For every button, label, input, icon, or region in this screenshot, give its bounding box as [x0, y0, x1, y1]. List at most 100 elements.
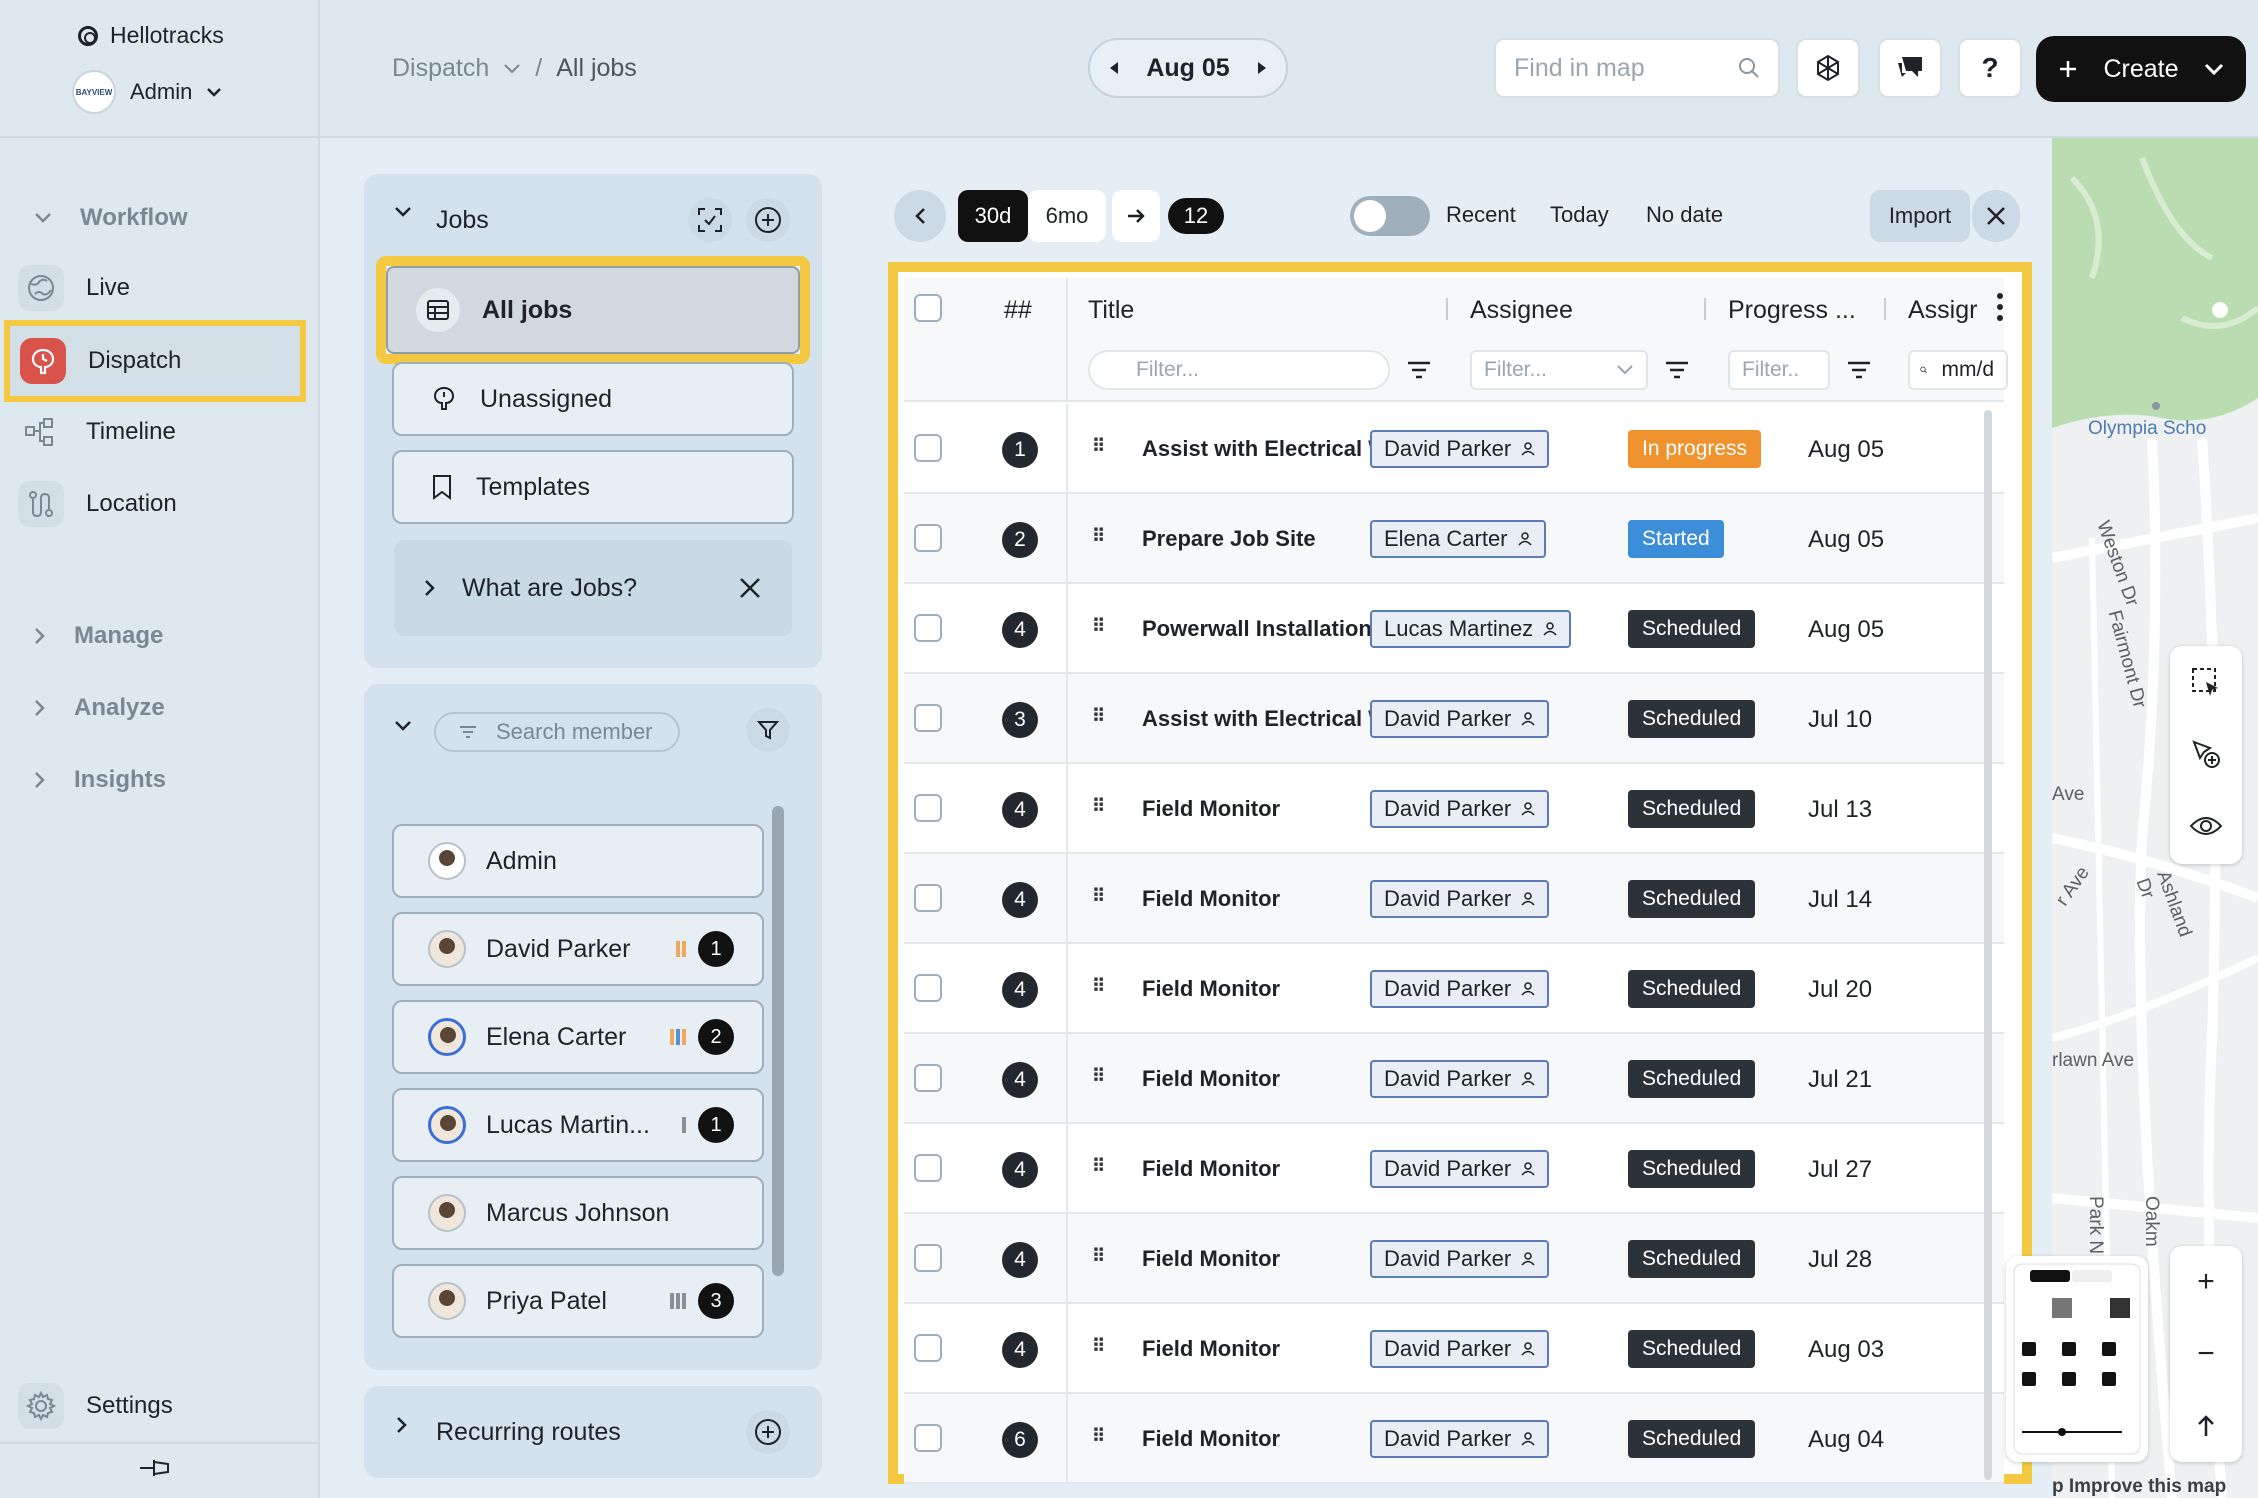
progress-status-badge[interactable]: Scheduled — [1628, 1150, 1756, 1188]
members-scrollbar[interactable] — [772, 806, 784, 1276]
chat-button[interactable] — [1878, 38, 1942, 98]
job-title[interactable]: Field Monitor — [1142, 976, 1280, 1002]
zoom-in-button[interactable]: + — [2170, 1246, 2242, 1318]
select-area-button[interactable] — [2170, 646, 2242, 718]
drag-handle-icon[interactable]: ⠿ — [1092, 796, 1105, 817]
sidebar-item-dispatch[interactable]: Dispatch — [4, 320, 306, 402]
filter-members-button[interactable] — [746, 708, 790, 752]
drag-handle-icon[interactable]: ⠿ — [1092, 886, 1105, 907]
column-header-number[interactable]: ## — [1004, 296, 1032, 325]
job-title[interactable]: Field Monitor — [1142, 886, 1280, 912]
chevron-down-icon[interactable] — [503, 63, 521, 75]
sidebar-section-workflow[interactable]: Workflow — [34, 204, 188, 232]
sidebar-item-timeline[interactable]: Timeline — [18, 400, 294, 464]
drag-handle-icon[interactable]: ⠿ — [1092, 1066, 1105, 1087]
no-date-filter[interactable]: No date — [1646, 202, 1723, 228]
column-header-assign-date[interactable]: Assigr — [1908, 296, 1977, 325]
progress-status-badge[interactable]: Scheduled — [1628, 1420, 1756, 1458]
drag-handle-icon[interactable]: ⠿ — [1092, 1246, 1105, 1267]
recent-toggle[interactable] — [1350, 196, 1430, 236]
jobs-collapse-icon[interactable] — [394, 206, 412, 218]
table-row[interactable]: 4 ⠿ Field Monitor David Parker Scheduled Jul … — [904, 944, 2004, 1034]
row-checkbox[interactable] — [914, 704, 942, 732]
member-item-lucas-martinez[interactable]: Lucas Martin... 1 — [392, 1088, 764, 1162]
drag-handle-icon[interactable]: ⠿ — [1092, 1156, 1105, 1177]
drag-handle-icon[interactable]: ⠿ — [1092, 526, 1105, 547]
progress-status-badge[interactable]: Scheduled — [1628, 880, 1756, 918]
progress-status-badge[interactable]: Started — [1628, 520, 1724, 558]
table-row[interactable]: 4 ⠿ Field Monitor David Parker Scheduled Jul … — [904, 764, 2004, 854]
member-item-marcus-johnson[interactable]: Marcus Johnson — [392, 1176, 764, 1250]
table-row[interactable]: 4 ⠿ Field Monitor David Parker Scheduled Jul … — [904, 1124, 2004, 1214]
filter-options-icon[interactable] — [1664, 360, 1690, 380]
compass-button[interactable] — [2170, 1390, 2242, 1462]
member-item-admin[interactable]: Admin — [392, 824, 764, 898]
member-search-input[interactable]: Search member — [434, 712, 680, 752]
sidebar-item-settings[interactable]: Settings — [18, 1374, 294, 1438]
job-title[interactable]: Field Monitor — [1142, 796, 1280, 822]
row-checkbox[interactable] — [914, 1334, 942, 1362]
assignee-chip[interactable]: Elena Carter — [1370, 520, 1546, 558]
column-resize-handle[interactable] — [1704, 298, 1706, 320]
member-item-elena-carter[interactable]: Elena Carter 2 — [392, 1000, 764, 1074]
column-header-progress[interactable]: Progress ... — [1728, 296, 1856, 325]
row-checkbox[interactable] — [914, 884, 942, 912]
job-title[interactable]: Prepare Job Site — [1142, 526, 1316, 552]
range-30d-button[interactable]: 30d — [958, 190, 1028, 242]
filter-options-icon[interactable] — [1406, 360, 1432, 380]
row-checkbox[interactable] — [914, 1154, 942, 1182]
title-filter-input[interactable]: Filter... — [1088, 350, 1390, 390]
drag-handle-icon[interactable]: ⠿ — [1092, 706, 1105, 727]
all-jobs-button[interactable]: All jobs — [376, 256, 810, 364]
job-title[interactable]: Field Monitor — [1142, 1066, 1280, 1092]
app-brand[interactable]: Hellotracks — [78, 22, 224, 49]
table-row[interactable]: 6 ⠿ Field Monitor David Parker Scheduled Aug … — [904, 1394, 2004, 1484]
previous-range-button[interactable] — [894, 190, 946, 242]
assignee-chip[interactable]: David Parker — [1370, 970, 1550, 1008]
assignee-chip[interactable]: David Parker — [1370, 700, 1550, 738]
column-resize-handle[interactable] — [1446, 298, 1448, 320]
add-route-button[interactable] — [746, 1410, 790, 1454]
help-button[interactable]: ? — [1958, 38, 2022, 98]
column-header-assignee[interactable]: Assignee — [1470, 296, 1573, 325]
templates-button[interactable]: Templates — [392, 450, 794, 524]
column-header-title[interactable]: Title — [1088, 296, 1134, 325]
import-button[interactable]: Import — [1870, 190, 1970, 242]
next-range-button[interactable] — [1112, 190, 1160, 242]
column-resize-handle[interactable] — [1884, 298, 1886, 320]
progress-status-badge[interactable]: Scheduled — [1628, 790, 1756, 828]
row-checkbox[interactable] — [914, 434, 942, 462]
job-title[interactable]: Field Monitor — [1142, 1426, 1280, 1452]
unassigned-jobs-button[interactable]: Unassigned — [392, 362, 794, 436]
pin-sidebar-icon[interactable] — [138, 1454, 172, 1482]
job-title[interactable]: Field Monitor — [1142, 1336, 1280, 1362]
select-all-checkbox[interactable] — [914, 294, 942, 322]
close-table-button[interactable] — [1972, 190, 2020, 242]
assignee-filter-select[interactable]: Filter... — [1470, 350, 1648, 390]
today-filter[interactable]: Today — [1550, 202, 1609, 228]
job-title[interactable]: Field Monitor — [1142, 1156, 1280, 1182]
sidebar-section-manage[interactable]: Manage — [34, 622, 163, 650]
table-row[interactable]: 4 ⠿ Field Monitor David Parker Scheduled Jul … — [904, 854, 2004, 944]
zoom-out-button[interactable]: − — [2170, 1318, 2242, 1390]
row-checkbox[interactable] — [914, 1064, 942, 1092]
progress-status-badge[interactable]: Scheduled — [1628, 700, 1756, 738]
table-row[interactable]: 4 ⠿ Powerwall Installation Lucas Martinez Sc… — [904, 584, 2004, 674]
progress-status-badge[interactable]: Scheduled — [1628, 970, 1756, 1008]
what-are-jobs-card[interactable]: What are Jobs? — [394, 540, 792, 636]
current-date[interactable]: Aug 05 — [1146, 54, 1229, 83]
progress-status-badge[interactable]: In progress — [1628, 430, 1762, 468]
progress-status-badge[interactable]: Scheduled — [1628, 610, 1756, 648]
member-item-david-parker[interactable]: David Parker 1 — [392, 912, 764, 986]
next-day-icon[interactable] — [1256, 61, 1268, 75]
progress-status-badge[interactable]: Scheduled — [1628, 1330, 1756, 1368]
progress-filter-input[interactable]: Filter.. — [1728, 350, 1830, 390]
sidebar-item-live[interactable]: Live — [18, 256, 294, 320]
assignee-chip[interactable]: David Parker — [1370, 1420, 1550, 1458]
assignee-chip[interactable]: David Parker — [1370, 1240, 1550, 1278]
table-row[interactable]: 4 ⠿ Field Monitor David Parker Scheduled Jul … — [904, 1034, 2004, 1124]
assignee-chip[interactable]: David Parker — [1370, 880, 1550, 918]
progress-status-badge[interactable]: Scheduled — [1628, 1240, 1756, 1278]
range-6mo-button[interactable]: 6mo — [1028, 190, 1106, 242]
job-title[interactable]: Powerwall Installation — [1142, 616, 1372, 642]
